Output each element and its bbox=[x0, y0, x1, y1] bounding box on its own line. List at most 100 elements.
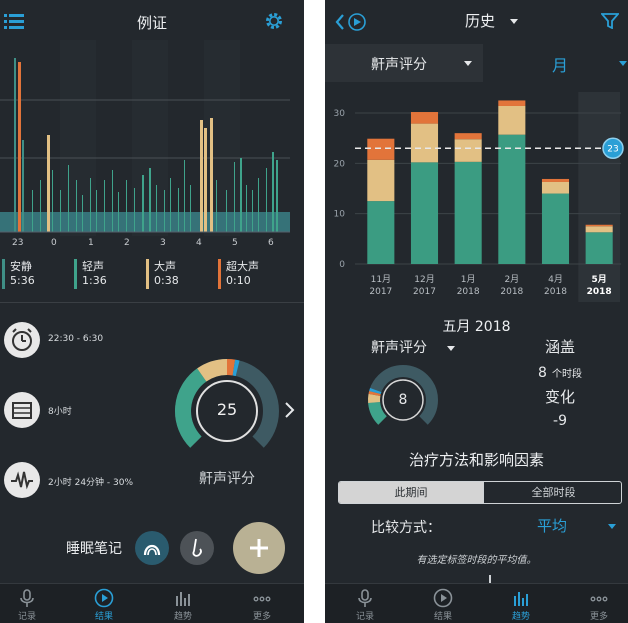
timeline-spike bbox=[234, 162, 235, 232]
bar-segment[interactable] bbox=[454, 161, 482, 264]
score-gauge-segment bbox=[226, 359, 236, 376]
segment-this-period[interactable]: 此期间 bbox=[339, 482, 483, 503]
segment-all-periods[interactable]: 全部时段 bbox=[483, 482, 621, 503]
timeline-spike bbox=[240, 158, 242, 232]
timeline-spike bbox=[68, 165, 69, 232]
bar-segment[interactable] bbox=[498, 105, 526, 135]
tab-label: 记录 bbox=[17, 612, 36, 622]
x-tick-year: 2018 bbox=[587, 287, 612, 297]
hour-tick: 5 bbox=[232, 238, 238, 248]
x-tick-month: 5月 bbox=[592, 274, 607, 285]
bar-segment[interactable] bbox=[585, 226, 613, 233]
legend-label-light: 轻声 bbox=[82, 260, 104, 273]
score-gauge-segment bbox=[197, 359, 228, 382]
chevron-right-icon[interactable] bbox=[284, 400, 296, 424]
tab-more[interactable]: 更多 bbox=[569, 588, 628, 622]
bar-segment[interactable] bbox=[454, 133, 482, 140]
x-tick-month: 4月 bbox=[548, 274, 563, 285]
tab-trends[interactable]: 趋势 bbox=[153, 588, 213, 622]
metric-select-secondary[interactable]: 鼾声评分 bbox=[371, 337, 456, 357]
timeline-spike bbox=[96, 190, 97, 232]
timeline-spike bbox=[52, 170, 53, 232]
bar-segment[interactable] bbox=[410, 112, 439, 124]
tab-trends[interactable]: 趋势 bbox=[491, 588, 551, 622]
volume-legend: 安静 5:36 轻声 1:36 大声 0:38 超大声 0:10 bbox=[0, 256, 304, 296]
bar-segment[interactable] bbox=[541, 181, 570, 194]
period-select[interactable]: 月 bbox=[495, 44, 628, 82]
timeline-spike bbox=[82, 195, 83, 232]
tab-more[interactable]: 更多 bbox=[232, 588, 292, 622]
timeline-spike bbox=[204, 128, 207, 232]
timeline-spike bbox=[40, 180, 41, 232]
bar-segment[interactable] bbox=[541, 178, 570, 182]
x-tick-month: 12月 bbox=[414, 274, 434, 285]
right-phone-screen: 历史 鼾声评分 月 0 10 20 30 11月 2017 12月 2017 1月 2018 2月 2… bbox=[325, 0, 628, 623]
month-score-value: 8 bbox=[398, 392, 408, 408]
timeline-spike bbox=[184, 160, 185, 232]
divider bbox=[0, 302, 304, 303]
tab-record[interactable]: 记录 bbox=[0, 588, 57, 622]
coverage-label: 涵盖 bbox=[544, 338, 575, 356]
timeline-spike bbox=[170, 178, 171, 232]
filter-icon[interactable] bbox=[600, 13, 620, 33]
timeline-hour-axis: 23 0 1 2 3 4 5 6 bbox=[0, 236, 304, 250]
compare-select[interactable]: 平均 bbox=[537, 515, 616, 536]
compare-label: 比较方式： bbox=[371, 520, 441, 536]
timeline-spike bbox=[252, 190, 253, 232]
history-title[interactable]: 历史 bbox=[465, 10, 518, 31]
hour-tick: 6 bbox=[268, 238, 274, 248]
timeline-spike bbox=[190, 185, 191, 232]
timeline-spike bbox=[134, 188, 135, 232]
timeline-spike bbox=[14, 58, 16, 232]
microphone-icon bbox=[358, 589, 372, 607]
bottom-tab-bar: 记录 结果 趋势 更多 bbox=[325, 583, 628, 623]
bar-segment[interactable] bbox=[410, 162, 439, 264]
legend-swatch-quiet bbox=[2, 259, 5, 289]
timeline-spike bbox=[142, 175, 144, 232]
legend-label-quiet: 安静 bbox=[10, 260, 32, 273]
bottom-tab-bar: 记录 结果 趋势 更多 bbox=[0, 583, 304, 623]
history-title-text: 历史 bbox=[465, 12, 496, 30]
tab-results[interactable]: 结果 bbox=[74, 588, 134, 622]
bar-segment[interactable] bbox=[367, 138, 395, 160]
bar-segment[interactable] bbox=[585, 232, 613, 264]
more-dots-icon bbox=[590, 596, 608, 602]
bar-segment[interactable] bbox=[585, 224, 613, 227]
bar-chart-icon bbox=[514, 592, 528, 606]
dropdown-arrow-icon bbox=[619, 61, 627, 66]
sleep-notes-label: 睡眠笔记 bbox=[66, 541, 122, 557]
bar-segment[interactable] bbox=[498, 100, 526, 106]
timeline-spike bbox=[76, 180, 77, 232]
hour-tick: 0 bbox=[51, 238, 57, 248]
snore-score-label: 鼾声评分 bbox=[199, 471, 255, 487]
dropdown-arrow-icon bbox=[509, 19, 518, 24]
month-gauge-segment bbox=[368, 401, 388, 425]
factor-nose-button[interactable] bbox=[180, 531, 214, 565]
score-gauge-segment bbox=[232, 359, 240, 377]
gear-icon[interactable] bbox=[264, 11, 284, 31]
add-note-button[interactable] bbox=[233, 522, 285, 574]
bar-chart-icon bbox=[176, 592, 190, 606]
bar-segment[interactable] bbox=[367, 201, 395, 264]
change-label: 变化 bbox=[544, 388, 575, 406]
timeline-spike bbox=[216, 180, 217, 232]
bar-segment[interactable] bbox=[454, 139, 482, 162]
sleep-time-range: 22:30 - 6:30 bbox=[48, 334, 104, 344]
hour-tick: 23 bbox=[12, 238, 24, 248]
metric-secondary-value: 鼾声评分 bbox=[371, 340, 427, 356]
timeline-spike bbox=[258, 178, 259, 232]
tab-record[interactable]: 记录 bbox=[335, 588, 395, 622]
bar-segment[interactable] bbox=[498, 134, 526, 264]
remedy-mouthguard-button[interactable] bbox=[135, 531, 169, 565]
tab-label: 趋势 bbox=[511, 612, 530, 622]
tab-results[interactable]: 结果 bbox=[413, 588, 473, 622]
monthly-snore-score-chart[interactable]: 0 10 20 30 11月 2017 12月 2017 1月 2018 2月 2018 4月 2018 5… bbox=[325, 92, 628, 302]
metric-select[interactable]: 鼾声评分 bbox=[325, 44, 483, 82]
back-play-icon[interactable] bbox=[335, 12, 369, 36]
bar-segment[interactable] bbox=[367, 159, 395, 202]
x-tick-month: 11月 bbox=[371, 274, 391, 285]
timeline-spike bbox=[164, 190, 165, 232]
bar-segment[interactable] bbox=[410, 123, 439, 163]
bar-segment[interactable] bbox=[541, 193, 570, 264]
timeline-spike bbox=[118, 192, 119, 232]
